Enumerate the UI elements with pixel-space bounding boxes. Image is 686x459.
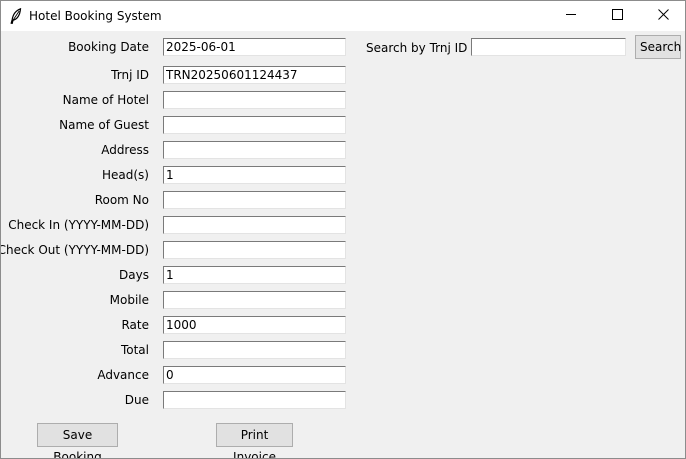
mobile-input[interactable] <box>163 291 346 309</box>
total-label: Total <box>120 343 149 357</box>
address-label: Address <box>101 143 149 157</box>
trnj-id-input[interactable] <box>163 66 346 84</box>
guest-name-label: Name of Guest <box>59 118 149 132</box>
check-in-label: Check In (YYYY-MM-DD) <box>8 218 149 232</box>
days-label: Days <box>119 268 149 282</box>
hotel-name-label: Name of Hotel <box>62 93 149 107</box>
feather-icon <box>10 7 22 25</box>
title-bar[interactable]: Hotel Booking System <box>1 1 685 31</box>
due-input[interactable] <box>163 391 346 409</box>
mobile-label: Mobile <box>109 293 149 307</box>
close-button[interactable] <box>640 1 685 31</box>
window-title: Hotel Booking System <box>29 9 162 23</box>
check-in-input[interactable] <box>163 216 346 234</box>
search-input[interactable] <box>471 38 626 56</box>
rate-input[interactable] <box>163 316 346 334</box>
maximize-icon <box>611 9 623 23</box>
print-invoice-button[interactable]: Print Invoice <box>216 423 293 458</box>
advance-input[interactable] <box>163 366 346 384</box>
close-icon <box>657 9 669 23</box>
minimize-icon <box>565 9 577 23</box>
days-input[interactable] <box>163 266 346 284</box>
address-input[interactable] <box>163 141 346 159</box>
save-booking-button[interactable]: Save Booking <box>37 423 118 458</box>
room-no-input[interactable] <box>163 191 346 209</box>
trnj-id-label: Trnj ID <box>111 68 149 82</box>
minimize-button[interactable] <box>548 1 594 31</box>
advance-label: Advance <box>97 368 149 382</box>
maximize-button[interactable] <box>594 1 640 31</box>
app-window: Hotel Booking System Booking Date Trnj I… <box>0 0 686 459</box>
search-label: Search by Trnj ID <box>366 41 468 55</box>
heads-input[interactable] <box>163 166 346 184</box>
rate-label: Rate <box>121 318 149 332</box>
guest-name-input[interactable] <box>163 116 346 134</box>
booking-date-input[interactable] <box>163 38 346 56</box>
hotel-name-input[interactable] <box>163 91 346 109</box>
total-input[interactable] <box>163 341 346 359</box>
room-no-label: Room No <box>94 193 149 207</box>
due-label: Due <box>124 393 149 407</box>
search-button[interactable]: Search <box>635 35 681 59</box>
check-out-label: Check Out (YYYY-MM-DD) <box>0 243 149 257</box>
booking-date-label: Booking Date <box>68 40 149 54</box>
check-out-input[interactable] <box>163 241 346 259</box>
heads-label: Head(s) <box>102 168 149 182</box>
